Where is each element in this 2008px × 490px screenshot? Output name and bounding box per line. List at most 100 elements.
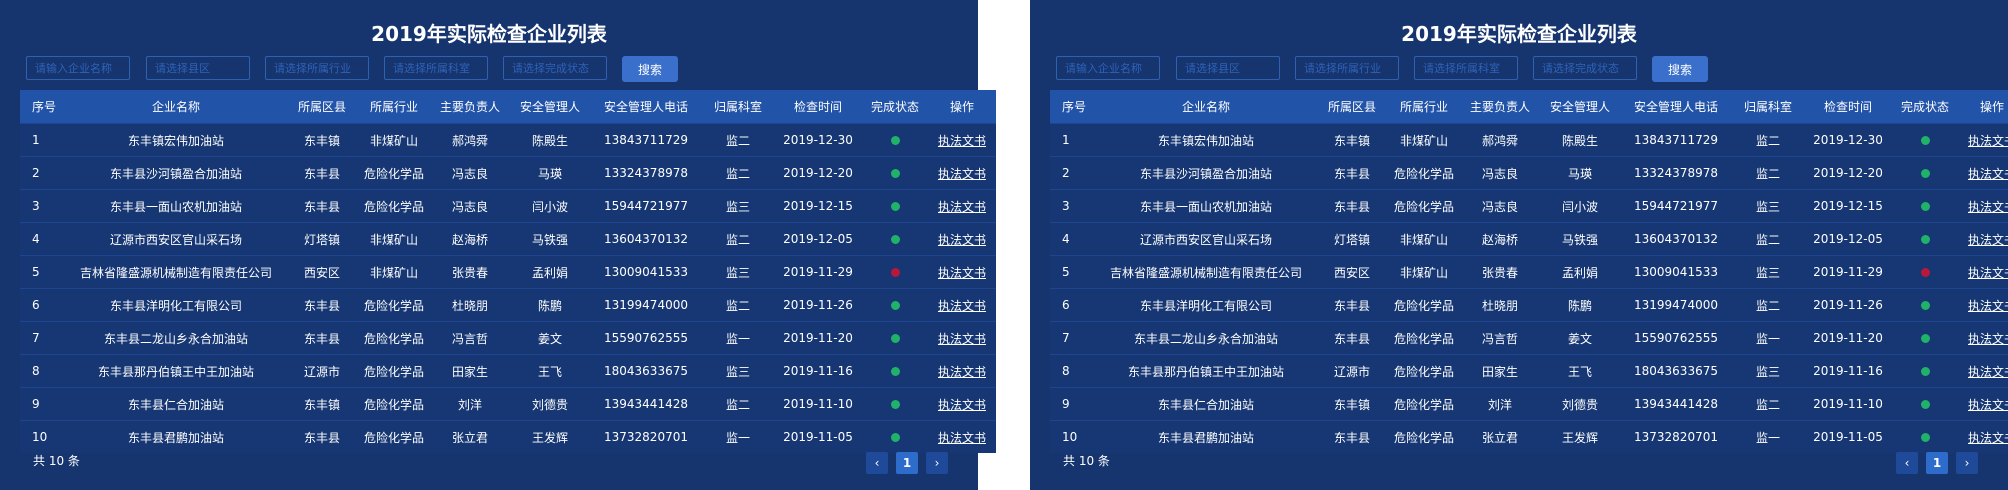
enforcement-document-link[interactable]: 执法文书 — [938, 233, 986, 247]
cell-phone: 15944721977 — [590, 189, 702, 223]
action-cell: 执法文书 — [928, 156, 996, 190]
cell-industry: 危险化学品 — [1388, 420, 1460, 453]
next-page-button[interactable]: › — [926, 452, 948, 474]
column-header: 完成状态 — [1892, 90, 1958, 124]
enforcement-document-link[interactable]: 执法文书 — [1968, 134, 2008, 148]
column-header: 归属科室 — [702, 90, 774, 124]
enforcement-document-link[interactable]: 执法文书 — [938, 266, 986, 280]
cell-name: 东丰县一面山农机加油站 — [1096, 189, 1316, 223]
cell-district: 东丰镇 — [286, 123, 358, 157]
cell-name: 东丰县沙河镇盈合加油站 — [66, 156, 286, 190]
district-select[interactable] — [146, 56, 250, 80]
office-select[interactable] — [384, 56, 488, 80]
status-dot-icon — [890, 136, 900, 145]
cell-office: 监二 — [1732, 156, 1804, 190]
cell-office: 监三 — [702, 354, 774, 388]
enterprise-table: 序号 企业名称 所属区县 所属行业 主要负责人 安全管理人 安全管理人电话 归属科室 检查时间完… — [20, 90, 996, 453]
cell-name: 东丰县仁合加油站 — [66, 387, 286, 421]
cell-date: 2019-11-26 — [774, 288, 862, 322]
cell-district: 东丰镇 — [1316, 387, 1388, 421]
status-cell — [862, 123, 928, 157]
action-cell: 执法文书 — [928, 321, 996, 355]
enforcement-document-link[interactable]: 执法文书 — [1968, 365, 2008, 379]
enforcement-document-link[interactable]: 执法文书 — [938, 365, 986, 379]
pagination: ‹ 1 › — [866, 452, 948, 474]
status-dot-icon — [890, 367, 900, 376]
cell-principal: 冯志良 — [1460, 189, 1540, 223]
cell-phone: 15944721977 — [1620, 189, 1732, 223]
enforcement-document-link[interactable]: 执法文书 — [1968, 299, 2008, 313]
enforcement-document-link[interactable]: 执法文书 — [938, 332, 986, 346]
enforcement-document-link[interactable]: 执法文书 — [1968, 233, 2008, 247]
action-cell: 执法文书 — [928, 420, 996, 453]
cell-office: 监二 — [1732, 288, 1804, 322]
table-row: 9 东丰县仁合加油站 东丰镇 危险化学品 刘洋 刘德贵 13943441428 监二 2019-… — [20, 387, 996, 421]
enforcement-document-link[interactable]: 执法文书 — [938, 299, 986, 313]
action-cell: 执法文书 — [1958, 189, 2008, 223]
cell-no: 1 — [20, 123, 66, 157]
table-row: 6 东丰县洋明化工有限公司 东丰县 危险化学品 杜晓朋 陈鹏 13199474000 监二 20… — [20, 288, 996, 322]
cell-principal: 田家生 — [430, 354, 510, 388]
cell-date: 2019-12-05 — [1804, 222, 1892, 256]
cell-safety: 闫小波 — [1540, 189, 1620, 223]
action-cell: 执法文书 — [1958, 222, 2008, 256]
cell-industry: 危险化学品 — [358, 387, 430, 421]
enforcement-document-link[interactable]: 执法文书 — [938, 134, 986, 148]
company-name-input[interactable] — [26, 56, 130, 80]
cell-safety: 陈殿生 — [1540, 123, 1620, 157]
status-cell — [1892, 420, 1958, 453]
enforcement-document-link[interactable]: 执法文书 — [938, 167, 986, 181]
enforcement-document-link[interactable]: 执法文书 — [938, 398, 986, 412]
cell-phone: 13843711729 — [590, 123, 702, 157]
cell-principal: 冯志良 — [1460, 156, 1540, 190]
district-select[interactable] — [1176, 56, 1280, 80]
page-1-button[interactable]: 1 — [896, 452, 918, 474]
enforcement-document-link[interactable]: 执法文书 — [938, 431, 986, 445]
cell-safety: 陈鹏 — [1540, 288, 1620, 322]
status-cell — [1892, 222, 1958, 256]
next-page-button[interactable]: › — [1956, 452, 1978, 474]
status-dot-icon — [890, 301, 900, 310]
enforcement-document-link[interactable]: 执法文书 — [1968, 167, 2008, 181]
cell-district: 东丰县 — [1316, 321, 1388, 355]
status-dot-icon — [890, 400, 900, 409]
enforcement-document-link[interactable]: 执法文书 — [1968, 398, 2008, 412]
cell-phone: 13324378978 — [590, 156, 702, 190]
search-button[interactable]: 搜索 — [1652, 56, 1708, 82]
office-select[interactable] — [1414, 56, 1518, 80]
cell-phone: 13199474000 — [590, 288, 702, 322]
enforcement-document-link[interactable]: 执法文书 — [1968, 200, 2008, 214]
table-row: 10 东丰县君鹏加油站 东丰县 危险化学品 张立君 王发辉 13732820701 监一 201… — [20, 420, 996, 453]
status-cell — [1892, 321, 1958, 355]
cell-principal: 田家生 — [1460, 354, 1540, 388]
table-row: 1 东丰镇宏伟加油站 东丰镇 非煤矿山 郝鸿舜 陈殿生 13843711729 监二 2019-… — [1050, 123, 2008, 157]
enforcement-document-link[interactable]: 执法文书 — [938, 200, 986, 214]
cell-district: 西安区 — [1316, 255, 1388, 289]
cell-name: 辽源市西安区官山采石场 — [1096, 222, 1316, 256]
company-name-input[interactable] — [1056, 56, 1160, 80]
prev-page-button[interactable]: ‹ — [1896, 452, 1918, 474]
prev-page-button[interactable]: ‹ — [866, 452, 888, 474]
column-header: 检查时间 — [1804, 90, 1892, 124]
page-1-button[interactable]: 1 — [1926, 452, 1948, 474]
industry-select[interactable] — [1295, 56, 1399, 80]
search-button[interactable]: 搜索 — [622, 56, 678, 82]
status-select[interactable] — [503, 56, 607, 80]
cell-industry: 危险化学品 — [1388, 288, 1460, 322]
cell-no: 2 — [1050, 156, 1096, 190]
cell-no: 8 — [20, 354, 66, 388]
status-select[interactable] — [1533, 56, 1637, 80]
status-cell — [1892, 255, 1958, 289]
cell-phone: 18043633675 — [590, 354, 702, 388]
enforcement-document-link[interactable]: 执法文书 — [1968, 266, 2008, 280]
enforcement-document-link[interactable]: 执法文书 — [1968, 431, 2008, 445]
cell-name: 东丰县二龙山乡永合加油站 — [1096, 321, 1316, 355]
cell-name: 辽源市西安区官山采石场 — [66, 222, 286, 256]
enforcement-document-link[interactable]: 执法文书 — [1968, 332, 2008, 346]
action-cell: 执法文书 — [928, 189, 996, 223]
industry-select[interactable] — [265, 56, 369, 80]
cell-name: 东丰县一面山农机加油站 — [66, 189, 286, 223]
cell-principal: 冯言哲 — [1460, 321, 1540, 355]
cell-date: 2019-12-15 — [774, 189, 862, 223]
cell-date: 2019-11-05 — [774, 420, 862, 453]
